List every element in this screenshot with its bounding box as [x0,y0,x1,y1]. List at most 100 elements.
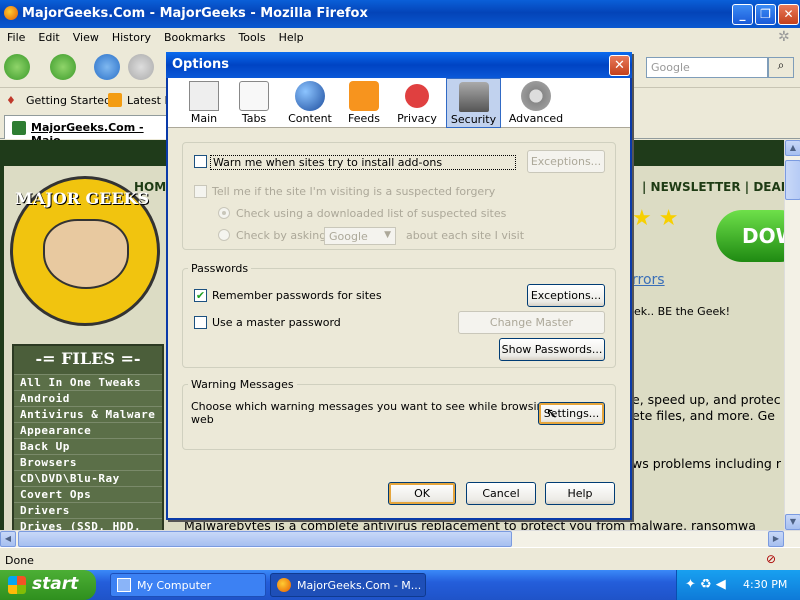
tab-privacy[interactable]: Privacy [394,78,440,128]
files-header: -= FILES =- [35,349,141,368]
horizontal-scrollbar[interactable]: ◀ ▶ [0,530,800,547]
tab-label: Main [190,112,218,125]
files-item[interactable]: Appearance [14,422,162,438]
forgery-checkbox[interactable] [194,185,207,198]
scroll-right-icon[interactable]: ▶ [768,531,784,547]
windows-logo-icon [8,576,26,594]
dialog-title: Options [166,52,632,78]
browser-title-bar: MajorGeeks.Com - MajorGeeks - Mozilla Fi… [0,0,800,28]
security-icon: ⊘ [766,552,777,566]
warn-addons-checkbox[interactable] [194,155,207,168]
start-button[interactable]: start [0,570,96,600]
tab-label: Security [450,113,497,126]
files-item[interactable]: Android [14,390,162,406]
status-bar: Done ⊘ [0,547,800,569]
scroll-thumb[interactable] [785,160,800,200]
minimize-button[interactable]: _ [732,4,753,25]
menu-history[interactable]: History [105,28,157,44]
task-label: MajorGeeks.Com - M... [297,579,422,592]
majorgeeks-logo[interactable]: MAJOR GEEKS [10,176,160,326]
close-button[interactable]: ✕ [778,4,799,25]
remember-passwords-checkbox[interactable]: ✔ [194,289,207,302]
privacy-icon [405,84,429,108]
forward-icon[interactable] [50,54,76,80]
start-label: start [32,574,79,594]
warning-description-line1: Choose which warning messages you want t… [191,400,573,413]
check-downloaded-list-radio[interactable] [218,207,230,219]
taskbar-item-my-computer[interactable]: My Computer [110,573,266,597]
warn-addons-label[interactable]: Warn me when sites try to install add-on… [210,155,516,170]
logo-text: MAJOR GEEKS [15,189,150,208]
tab-feeds[interactable]: Feeds [342,78,386,128]
files-item[interactable]: Browsers [14,454,162,470]
tab-label: Advanced [508,112,564,125]
check-by-asking-radio[interactable] [218,229,230,241]
geek-face-icon [43,219,129,289]
scroll-down-icon[interactable]: ▼ [785,514,800,530]
search-input[interactable]: Google [646,57,768,78]
tab-advanced[interactable]: Advanced [508,78,564,128]
stop-icon[interactable] [128,54,154,80]
chevron-down-icon: ▼ [384,230,391,240]
menu-edit[interactable]: Edit [31,28,65,44]
files-menu: -= FILES =- All In One Tweaks Android An… [12,344,164,534]
help-button[interactable]: Help [545,482,615,505]
show-passwords-button[interactable]: Show Passwords... [499,338,605,361]
warning-messages-group-label: Warning Messages [188,378,297,391]
scroll-left-icon[interactable]: ◀ [0,531,16,547]
files-item[interactable]: Antivirus & Malware [14,406,162,422]
change-master-password-button[interactable]: Change Master Password... [458,311,605,350]
rss-icon [108,93,122,107]
tab-content[interactable]: Content [284,78,336,128]
rating-stars-icon: ★ ★ [632,206,679,231]
tabs-icon [239,81,269,111]
dialog-close-icon[interactable]: ✕ [609,55,630,76]
forgery-label: Tell me if the site I'm visiting is a su… [212,185,496,198]
bookmark-getting-started[interactable]: Getting Started [26,94,111,107]
warning-description-line2: web [191,413,214,426]
cursor-icon: ↖ [546,406,558,422]
menu-file[interactable]: File [0,28,31,44]
search-icon[interactable]: ⌕ [768,57,794,78]
back-icon[interactable] [4,54,30,80]
lock-icon [458,82,489,112]
files-item[interactable]: Back Up [14,438,162,454]
provider-select[interactable]: Google ▼ [324,227,396,245]
system-tray: ✦ ♻ ◀ 4:30 PM [676,570,800,600]
vertical-scrollbar[interactable]: ▲ ▼ [784,140,800,530]
tab-label: Tabs [241,112,267,125]
provider-select-value: Google [329,230,368,243]
master-password-checkbox[interactable] [194,316,207,329]
files-item[interactable]: Drivers [14,502,162,518]
restore-button[interactable]: ❐ [755,4,776,25]
scroll-up-icon[interactable]: ▲ [785,140,800,156]
mirrors-link[interactable]: rrors [632,272,665,288]
tab-security[interactable]: Security [446,78,501,128]
taskbar-item-firefox[interactable]: MajorGeeks.Com - M... [270,573,426,597]
nav-newsletter-deals[interactable]: | NEWSLETTER | DEALS [642,180,797,194]
menu-bookmarks[interactable]: Bookmarks [157,28,231,44]
tab-tabs[interactable]: Tabs [232,78,276,128]
tray-icons[interactable]: ✦ ♻ ◀ [685,577,726,592]
hscroll-thumb[interactable] [18,531,512,547]
files-item[interactable]: Covert Ops [14,486,162,502]
ok-button[interactable]: OK [388,482,456,505]
addons-exceptions-button[interactable]: Exceptions... [527,150,605,173]
browser-tab[interactable]: MajorGeeks.Com - Majo [4,115,174,147]
master-password-label: Use a master password [212,316,341,329]
tab-main[interactable]: Main [182,78,226,128]
menu-help[interactable]: Help [272,28,310,44]
passwords-exceptions-button[interactable]: Exceptions... [527,284,605,307]
tab-label: Content [288,112,332,125]
files-item[interactable]: CD\DVD\Blu-Ray [14,470,162,486]
files-item[interactable]: All In One Tweaks [14,374,162,390]
page-text: e, speed up, and protec ete files, and mo… [632,392,781,424]
browser-title: MajorGeeks.Com - MajorGeeks - Mozilla Fi… [22,6,368,21]
text-line: e, speed up, and protec [632,392,781,407]
reload-icon[interactable] [94,54,120,80]
passwords-group-label: Passwords [188,262,252,275]
main-switch-icon [189,81,219,111]
cancel-button[interactable]: Cancel [466,482,536,505]
menu-tools[interactable]: Tools [231,28,271,44]
menu-view[interactable]: View [66,28,105,44]
